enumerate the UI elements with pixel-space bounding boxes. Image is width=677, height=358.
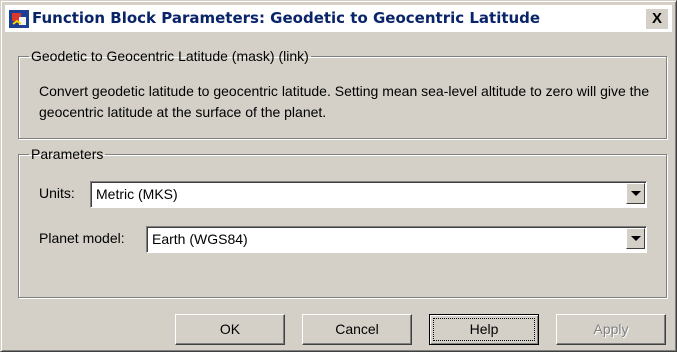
- mask-group-legend: Geodetic to Geocentric Latitude (mask) (…: [31, 48, 309, 64]
- units-value: Metric (MKS): [96, 186, 178, 202]
- ok-button-label: OK: [219, 321, 241, 337]
- close-button[interactable]: X: [646, 9, 668, 29]
- parameters-group: Parameters: [18, 146, 667, 298]
- cancel-button-label: Cancel: [335, 321, 379, 337]
- chevron-down-icon[interactable]: [626, 183, 645, 204]
- apply-button-label: Apply: [593, 321, 629, 337]
- ok-button[interactable]: OK: [175, 314, 285, 345]
- function-block-parameters-dialog: Function Block Parameters: Geodetic to G…: [0, 0, 677, 352]
- planet-model-value: Earth (WGS84): [152, 231, 248, 247]
- mask-description-text: Convert geodetic latitude to geocentric …: [39, 83, 650, 120]
- chevron-down-icon[interactable]: [626, 228, 645, 249]
- help-button-focus-ring: Help: [433, 318, 535, 341]
- help-button[interactable]: Help: [429, 314, 539, 345]
- window-title: Function Block Parameters: Geodetic to G…: [32, 9, 541, 27]
- simulink-block-icon: [9, 10, 29, 28]
- title-bar[interactable]: Function Block Parameters: Geodetic to G…: [5, 5, 672, 32]
- planet-model-dropdown[interactable]: Earth (WGS84): [146, 226, 647, 253]
- units-dropdown[interactable]: Metric (MKS): [90, 181, 647, 208]
- close-icon: X: [651, 10, 662, 27]
- help-button-label: Help: [469, 321, 499, 337]
- units-label: Units:: [39, 185, 75, 201]
- cancel-button[interactable]: Cancel: [302, 314, 412, 345]
- apply-button[interactable]: Apply: [556, 314, 666, 345]
- parameters-group-legend: Parameters: [31, 146, 104, 162]
- planet-model-label: Planet model:: [39, 230, 125, 246]
